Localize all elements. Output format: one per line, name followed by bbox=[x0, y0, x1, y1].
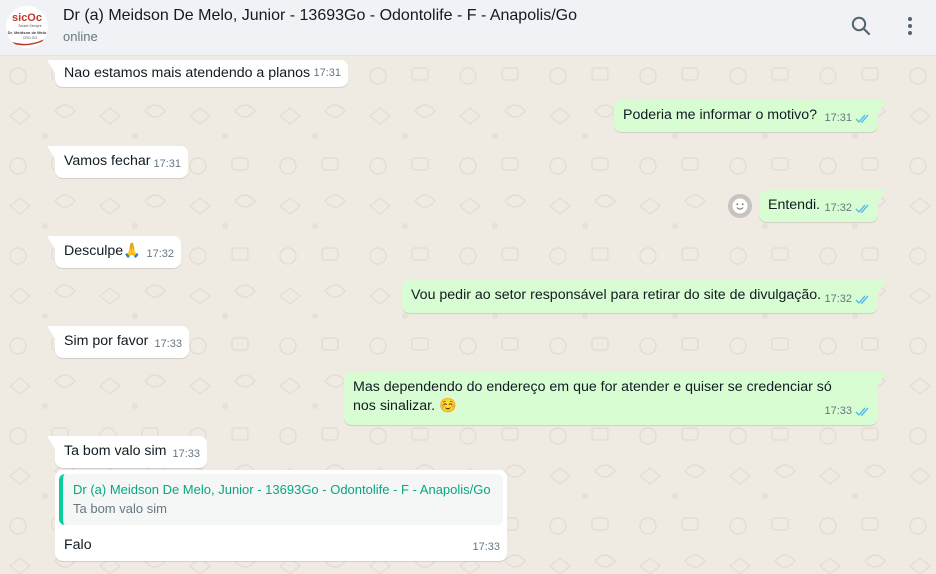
message-incoming[interactable]: Nao estamos mais atendendo a planos 17:3… bbox=[47, 60, 348, 87]
contact-avatar[interactable]: sicOc Saúde Sempre Dr. Meidson de Melo C… bbox=[6, 6, 48, 48]
message-meta: 17:32 bbox=[824, 199, 871, 218]
message-outgoing[interactable]: Mas dependendo do endereço em que for at… bbox=[344, 372, 886, 425]
message-list[interactable]: Nao estamos mais atendendo a planos 17:3… bbox=[0, 56, 936, 574]
double-check-read-icon bbox=[855, 295, 869, 305]
menu-kebab-icon[interactable] bbox=[898, 14, 922, 38]
message-incoming-reply[interactable]: Dr (a) Meidson De Melo, Junior - 13693Go… bbox=[55, 470, 507, 561]
message-incoming[interactable]: Sim por favor 17:33 bbox=[47, 326, 189, 358]
avatar-logo: sicOc Saúde Sempre Dr. Meidson de Melo C… bbox=[6, 6, 48, 48]
message-time: 17:31 bbox=[313, 67, 341, 79]
contact-name[interactable]: Dr (a) Meidson De Melo, Junior - 13693Go… bbox=[63, 7, 577, 25]
message-text: Desculpe bbox=[64, 243, 124, 259]
folded-hands-emoji: 🙏 bbox=[123, 243, 141, 259]
message-outgoing[interactable]: Poderia me informar o motivo? 17:31 bbox=[614, 100, 886, 132]
message-time: 17:32 bbox=[824, 293, 852, 305]
message-meta: 17:32 bbox=[824, 290, 871, 309]
message-incoming[interactable]: Desculpe🙏 17:32 bbox=[47, 236, 181, 268]
message-outgoing[interactable]: Vou pedir ao setor responsável para reti… bbox=[402, 280, 886, 313]
message-text: Vou pedir ao setor responsável para reti… bbox=[411, 287, 822, 303]
double-check-read-icon bbox=[855, 114, 869, 124]
message-time: 17:32 bbox=[146, 248, 174, 260]
message-text: Ta bom valo sim bbox=[64, 443, 167, 459]
avatar-line3: CRO-GO bbox=[23, 36, 38, 40]
message-text: Sim por favor bbox=[64, 333, 149, 349]
message-time: 17:31 bbox=[824, 112, 852, 124]
message-text: Nao estamos mais atendendo a planos bbox=[64, 65, 311, 81]
message-text: Entendi. bbox=[768, 197, 821, 213]
message-time: 17:33 bbox=[154, 338, 182, 350]
avatar-brand: sicOc bbox=[12, 12, 42, 24]
message-time: 17:33 bbox=[172, 448, 200, 460]
quoted-text: Ta bom valo sim bbox=[73, 501, 167, 516]
message-outgoing[interactable]: Entendi. 17:32 bbox=[759, 190, 886, 222]
message-incoming[interactable]: Vamos fechar 17:31 bbox=[47, 146, 188, 178]
quoted-message[interactable]: Dr (a) Meidson De Melo, Junior - 13693Go… bbox=[59, 474, 503, 525]
message-time: 17:32 bbox=[824, 202, 852, 214]
smiling-face-emoji: ☺️ bbox=[438, 398, 457, 414]
smiley-icon bbox=[732, 198, 748, 214]
avatar-line2: Dr. Meidson de Melo bbox=[8, 30, 47, 35]
message-text: Poderia me informar o motivo? bbox=[623, 107, 817, 123]
double-check-read-icon bbox=[855, 204, 869, 214]
avatar-line1: Saúde Sempre bbox=[18, 24, 41, 28]
message-text: Mas dependendo do endereço em que for at… bbox=[353, 379, 832, 414]
double-check-read-icon bbox=[855, 407, 869, 417]
message-time: 17:33 bbox=[472, 541, 500, 553]
message-text: Falo bbox=[64, 537, 92, 553]
chat-header: sicOc Saúde Sempre Dr. Meidson de Melo C… bbox=[0, 0, 936, 56]
message-time: 17:31 bbox=[153, 158, 181, 170]
message-text: Vamos fechar bbox=[64, 153, 151, 169]
react-emoji-button[interactable] bbox=[728, 194, 752, 218]
message-time: 17:33 bbox=[824, 405, 852, 417]
search-icon[interactable] bbox=[849, 14, 873, 38]
message-meta: 17:31 bbox=[824, 109, 871, 128]
message-incoming[interactable]: Ta bom valo sim 17:33 bbox=[47, 436, 207, 468]
contact-status: online bbox=[63, 29, 98, 44]
quoted-author: Dr (a) Meidson De Melo, Junior - 13693Go… bbox=[73, 482, 491, 497]
message-meta: 17:33 bbox=[824, 402, 871, 421]
